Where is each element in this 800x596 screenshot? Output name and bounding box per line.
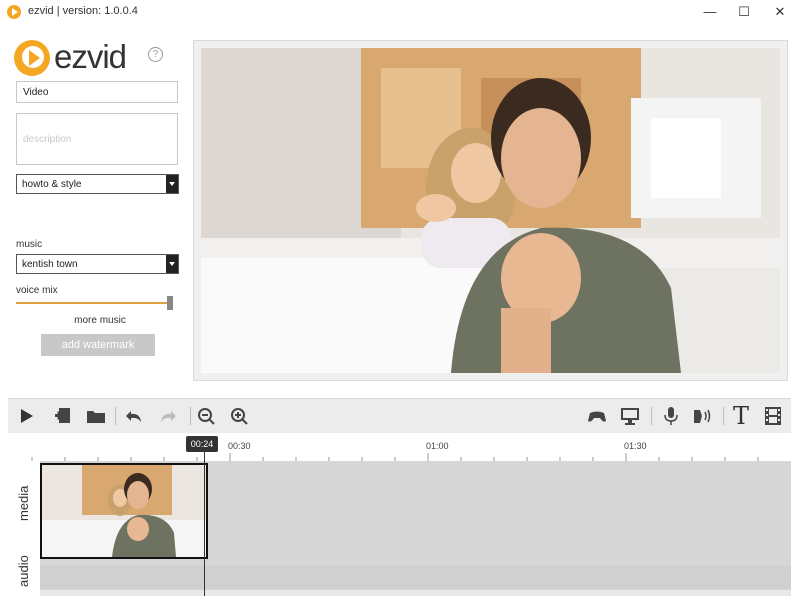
redo-icon[interactable] (158, 407, 178, 425)
voice-mix-handle[interactable] (167, 296, 173, 310)
window-title: ezvid | version: 1.0.0.4 (28, 5, 138, 17)
toolbar-divider (115, 407, 116, 425)
tick-label: 01:30 (624, 441, 647, 451)
logo-text: ezvid (54, 38, 127, 75)
toolbar-divider (651, 407, 652, 425)
more-music-link[interactable]: more music (0, 315, 200, 326)
timeline-scrollbar[interactable] (40, 590, 791, 596)
editor-toolbar: T (8, 398, 791, 434)
timeline-ruler[interactable]: 00:30 01:00 01:30 (8, 433, 791, 461)
media-clip[interactable] (40, 463, 208, 559)
playhead-line[interactable] (204, 452, 205, 596)
ezvid-logo: ezvid (14, 38, 164, 80)
gamepad-icon[interactable] (587, 407, 607, 425)
play-icon[interactable] (16, 407, 36, 425)
maximize-button[interactable]: ☐ (728, 0, 760, 24)
category-select-value: howto & style (22, 179, 82, 190)
music-select-value: kentish town (22, 259, 78, 270)
ruler-ticks (31, 453, 759, 461)
tick-label: 00:30 (228, 441, 251, 451)
playhead-time[interactable]: 00:24 (186, 436, 218, 452)
tick-label: 01:00 (426, 441, 449, 451)
monitor-icon[interactable] (620, 407, 640, 425)
description-field[interactable]: description (16, 113, 178, 165)
dropdown-arrow-icon[interactable] (166, 175, 178, 193)
title-bar: ezvid | version: 1.0.0.4 — ☐ ✕ (0, 0, 800, 24)
voice-mix-slider[interactable] (16, 296, 178, 310)
toolbar-divider (190, 407, 191, 425)
toolbar-divider (723, 407, 724, 425)
play-logo-icon (14, 40, 50, 76)
undo-icon[interactable] (124, 407, 144, 425)
zoom-in-icon[interactable] (229, 407, 249, 425)
text-icon[interactable]: T (730, 403, 752, 429)
microphone-icon[interactable] (661, 407, 681, 425)
add-media-icon[interactable] (53, 407, 73, 425)
help-icon[interactable]: ? (148, 47, 163, 62)
clip-thumbnail (42, 465, 206, 557)
track-labels: media audio (8, 461, 40, 596)
audio-track[interactable] (40, 565, 791, 589)
music-label: music (16, 239, 43, 250)
zoom-out-icon[interactable] (196, 407, 216, 425)
minimize-button[interactable]: — (694, 0, 726, 24)
media-track-label: media (16, 485, 31, 521)
audio-track-label: audio (16, 555, 31, 587)
ezvid-app-icon (7, 5, 21, 19)
video-preview (193, 40, 788, 381)
title-field[interactable]: Video (16, 81, 178, 103)
voice-mix-track (16, 302, 167, 304)
film-strip-icon[interactable] (763, 407, 783, 425)
category-select[interactable]: howto & style (16, 174, 179, 194)
dropdown-arrow-icon[interactable] (166, 255, 178, 273)
open-folder-icon[interactable] (86, 407, 106, 425)
preview-image (201, 48, 780, 373)
add-watermark-button[interactable]: add watermark (41, 334, 155, 356)
close-button[interactable]: ✕ (764, 0, 796, 24)
speech-icon[interactable] (692, 407, 712, 425)
music-select[interactable]: kentish town (16, 254, 179, 274)
voice-mix-label: voice mix (16, 285, 58, 296)
